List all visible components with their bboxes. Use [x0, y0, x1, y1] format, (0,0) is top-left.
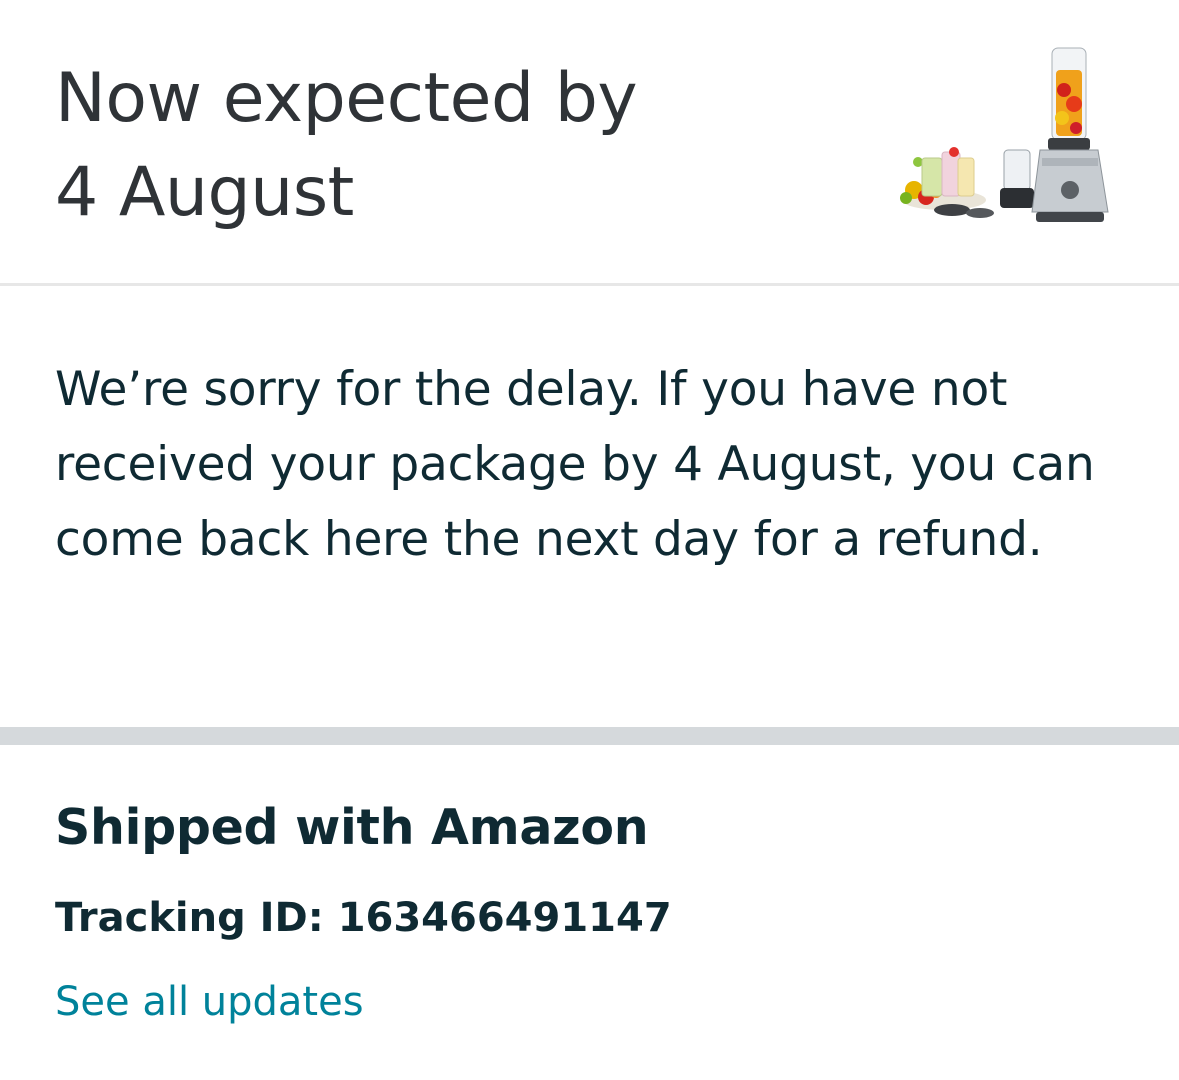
header-divider — [0, 283, 1179, 286]
see-all-updates-link[interactable]: See all updates — [55, 974, 364, 1030]
tracking-id-row: Tracking ID: 163466491147 — [55, 890, 672, 946]
tracking-id-label: Tracking ID: — [55, 895, 324, 941]
delivery-header: Now expected by 4 August — [0, 0, 1179, 284]
expected-delivery-title: Now expected by 4 August — [55, 52, 775, 240]
tracking-id-value: 163466491147 — [337, 895, 672, 941]
blender-product-image[interactable] — [892, 40, 1124, 236]
expected-line-1: Now expected by — [55, 59, 638, 138]
delay-apology-message: We’re sorry for the delay. If you have n… — [55, 362, 1095, 567]
expected-date: 4 August — [55, 153, 354, 232]
shipped-with-title: Shipped with Amazon — [55, 799, 649, 856]
section-divider — [0, 727, 1179, 745]
